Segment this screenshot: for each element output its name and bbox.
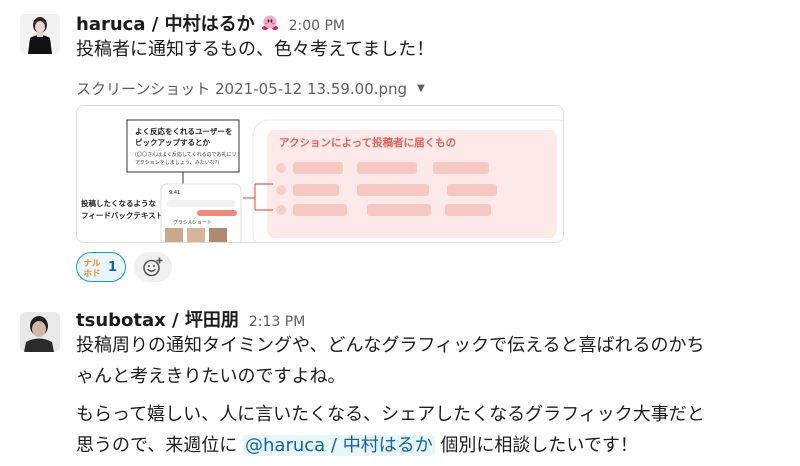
avatar[interactable]: [20, 312, 60, 352]
image-attachment-preview[interactable]: よく反応をくれるユーザーを ピックアップするとか (〇〇さんはよく反応してくれる…: [76, 105, 564, 243]
avatar[interactable]: [20, 14, 60, 54]
naruhodo-emoji-text-1: ナル: [83, 259, 101, 269]
add-reaction-button[interactable]: [134, 252, 173, 282]
preview-box-line-1: よく反応をくれるユーザーを: [135, 126, 232, 136]
line4-suffix: 個別に相談したいです！: [434, 435, 638, 456]
file-name: スクリーンショット 2021-05-12 13.59.00.png: [76, 80, 408, 98]
preview-side-line-1: 投稿したくなるような: [81, 198, 156, 208]
preview-box-line-2: ピックアップするとか: [135, 137, 210, 147]
message-time[interactable]: 2:13 PM: [249, 314, 305, 330]
chevron-down-icon[interactable]: ▼: [417, 83, 425, 94]
preview-side-line-2: フィードバックテキスト: [81, 210, 163, 220]
screenshot-thumbnail: よく反応をくれるユーザーを ピックアップするとか (〇〇さんはよく反応してくれる…: [77, 106, 563, 242]
reaction-count: 1: [108, 259, 118, 275]
author-name[interactable]: tsubotax / 坪田朋: [76, 306, 239, 332]
line4-prefix: 思うので、来週位に: [76, 435, 244, 456]
user-mention[interactable]: @haruca / 中村はるか: [243, 435, 435, 456]
message-text-line-2: ゃんと考えきりたいのですよね。: [76, 366, 346, 387]
add-reaction-icon: [143, 257, 163, 277]
reactions-bar: ナル ホド 1: [76, 252, 173, 282]
naruhodo-emoji-icon: ナル ホド: [83, 259, 101, 278]
message-text-line-1: 投稿周りの通知タイミングや、どんなグラフィックで伝えると喜ばれるのかち: [76, 335, 705, 356]
kirby-emoji-icon: [261, 14, 279, 32]
preview-box-line-4: アクションをしましょう、みたいな?): [135, 159, 219, 166]
preview-phone-time: 9:41: [169, 190, 180, 196]
message-text: 投稿者に通知するもの、色々考えてました！: [76, 39, 435, 60]
author-name[interactable]: haruca / 中村はるか: [76, 10, 255, 36]
preview-tag-1: グラシル: [173, 219, 193, 226]
preview-box-line-3: (〇〇さんはよく反応してくれるのでお礼にリ: [135, 151, 237, 158]
message-text-line-3: もらって嬉しい、人に言いたくなる、シェアしたくなるグラフィック大事だと: [76, 404, 705, 425]
preview-panel-title: アクションによって投稿者に届くもの: [279, 136, 456, 149]
reaction-naruhodo[interactable]: ナル ホド 1: [76, 252, 127, 282]
file-name-toggle[interactable]: スクリーンショット 2021-05-12 13.59.00.png ▼: [76, 78, 425, 99]
message-text-line-4: 思うので、来週位に @haruca / 中村はるか 個別に相談したいです！: [76, 430, 638, 461]
preview-tag-2: ショート: [192, 220, 212, 226]
naruhodo-emoji-text-2: ホド: [83, 269, 100, 278]
message-time[interactable]: 2:00 PM: [289, 18, 345, 34]
